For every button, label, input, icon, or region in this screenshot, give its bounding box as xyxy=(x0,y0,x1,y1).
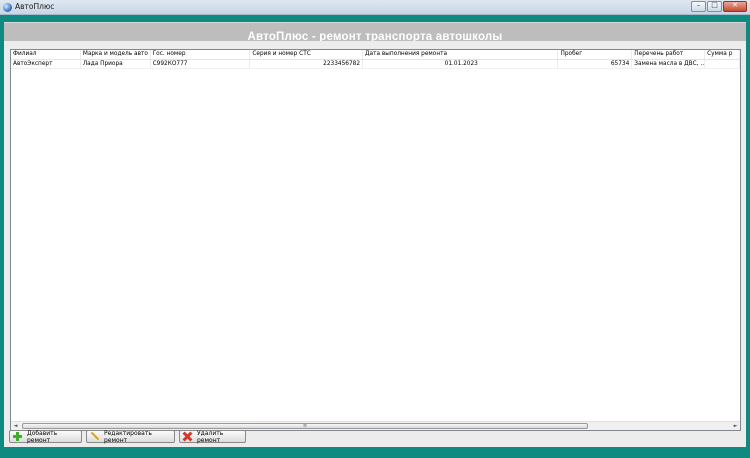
cell-works: Замена масла в ДВС, ... xyxy=(634,60,706,68)
repairs-table[interactable]: Филиал Марка и модель авто Гос. номер Се… xyxy=(10,49,741,431)
column-header-sts[interactable]: Серия и номер СТС xyxy=(250,50,364,59)
cell-sum xyxy=(705,60,740,68)
table-row[interactable]: АвтоЭксперт Лада Приора С992КО777 223345… xyxy=(11,60,740,69)
edit-repair-button[interactable]: Редактировать ремонт xyxy=(86,429,175,444)
scrollbar-thumb[interactable]: ≡ xyxy=(22,423,588,429)
scroll-right-arrow-icon[interactable]: ► xyxy=(731,422,740,430)
scroll-left-arrow-icon[interactable]: ◄ xyxy=(11,422,20,430)
delete-repair-button[interactable]: Удалить ремонт xyxy=(179,429,246,444)
main-panel: Филиал Марка и модель авто Гос. номер Се… xyxy=(4,41,746,447)
window-titlebar: АвтоПлюс – □ ✕ xyxy=(0,0,750,15)
cell-model: Лада Приора xyxy=(81,60,151,68)
plus-icon xyxy=(13,432,22,441)
cell-sts: 2233456782 xyxy=(250,60,364,68)
delete-repair-label: Удалить ремонт xyxy=(197,429,224,444)
cell-plate: С992КО777 xyxy=(151,60,251,68)
window-frame: АвтоПлюс - ремонт транспорта автошколы Ф… xyxy=(0,15,750,458)
window-controls: – □ ✕ xyxy=(691,1,747,12)
x-icon xyxy=(183,432,192,441)
app-logo-icon xyxy=(3,3,12,12)
cell-date: 01.01.2023 xyxy=(363,60,559,68)
column-header-model[interactable]: Марка и модель авто xyxy=(81,50,151,59)
add-repair-label: Добавить ремонт xyxy=(27,429,58,444)
column-header-plate[interactable]: Гос. номер xyxy=(151,50,251,59)
minimize-button[interactable]: – xyxy=(691,1,706,12)
cell-mileage: 65734 xyxy=(558,60,633,68)
maximize-button[interactable]: □ xyxy=(707,1,722,12)
column-header-date[interactable]: Дата выполнения ремонта xyxy=(363,50,559,59)
column-header-works[interactable]: Перечень работ xyxy=(632,50,706,59)
grip-icon: ≡ xyxy=(302,423,308,429)
column-header-branch[interactable]: Филиал xyxy=(11,50,81,59)
column-header-sum[interactable]: Сумма р xyxy=(705,50,740,59)
close-button[interactable]: ✕ xyxy=(723,1,747,12)
cell-branch: АвтоЭксперт xyxy=(11,60,81,68)
add-repair-button[interactable]: Добавить ремонт xyxy=(9,429,82,444)
pencil-icon xyxy=(90,432,99,441)
column-header-mileage[interactable]: Пробег xyxy=(558,50,633,59)
edit-repair-label: Редактировать ремонт xyxy=(104,429,152,444)
window-title: АвтоПлюс xyxy=(15,2,55,11)
table-header: Филиал Марка и модель авто Гос. номер Се… xyxy=(11,50,740,60)
